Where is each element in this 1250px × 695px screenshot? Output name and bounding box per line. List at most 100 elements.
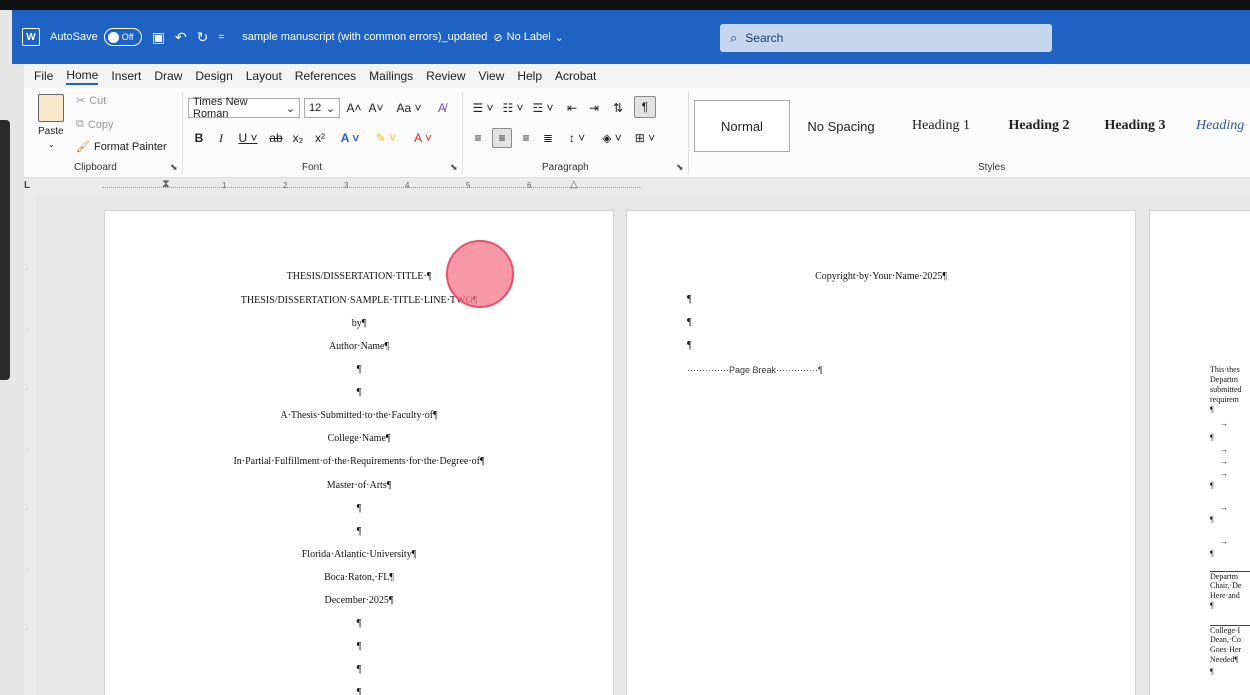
paste-button[interactable]: Paste xyxy=(38,126,64,137)
doc-line[interactable]: ¶ xyxy=(687,317,707,329)
doc-line[interactable]: requirem xyxy=(1210,395,1250,405)
strikethrough-icon[interactable]: ab xyxy=(268,128,284,148)
document-title[interactable]: sample manuscript (with common errors)_u… xyxy=(242,31,487,43)
doc-line[interactable]: Here·and xyxy=(1210,591,1250,601)
style-no-spacing[interactable]: No Spacing xyxy=(790,100,892,152)
tab-design[interactable]: Design xyxy=(195,69,232,83)
tab-help[interactable]: Help xyxy=(517,69,542,83)
numbering-icon[interactable]: ☷ ˅ xyxy=(500,98,526,118)
doc-line[interactable]: ¶ xyxy=(105,687,613,695)
underline-icon[interactable]: U ˅ xyxy=(234,128,262,148)
document-canvas[interactable]: THESIS/DISSERTATION·TITLE·¶ THESIS/DISSE… xyxy=(36,196,1250,695)
multilevel-list-icon[interactable]: ☲ ˅ xyxy=(530,98,556,118)
doc-line[interactable]: ¶ xyxy=(105,664,613,676)
clear-formatting-icon[interactable]: A̸ xyxy=(434,98,450,118)
align-left-icon[interactable]: ≡ xyxy=(470,128,486,148)
style-heading-4[interactable]: Heading xyxy=(1182,100,1250,152)
doc-line[interactable]: Chair,·De xyxy=(1210,581,1250,591)
page-2[interactable]: Copyright·by·Your·Name·2025¶ ¶ ¶ ¶ ·····… xyxy=(626,210,1136,695)
tab-view[interactable]: View xyxy=(479,69,505,83)
tab-home[interactable]: Home xyxy=(66,68,99,85)
doc-line[interactable]: ¶ xyxy=(105,641,613,653)
page-break-marker[interactable]: ··············Page Break··············¶ xyxy=(687,365,823,375)
italic-icon[interactable]: I xyxy=(214,128,228,148)
tab-layout[interactable]: Layout xyxy=(246,69,282,83)
align-center-icon[interactable]: ≡ xyxy=(492,128,512,148)
doc-line[interactable]: Needed¶ xyxy=(1210,655,1250,665)
doc-line[interactable]: Boca·Raton,·FL¶ xyxy=(105,572,613,584)
doc-line[interactable]: ¶ xyxy=(687,340,707,352)
borders-icon[interactable]: ⊞ ˅ xyxy=(632,128,658,148)
tab-acrobat[interactable]: Acrobat xyxy=(555,69,596,83)
font-family-combo[interactable]: Times New Roman ⌄ xyxy=(188,96,300,120)
doc-line[interactable]: ¶ xyxy=(105,387,613,399)
highlight-icon[interactable]: ✎ ˅ xyxy=(370,128,402,148)
doc-line[interactable]: A·Thesis·Submitted·to·the·Faculty·of¶ xyxy=(105,410,613,422)
doc-line[interactable]: December·2025¶ xyxy=(105,595,613,607)
doc-line[interactable]: ¶ xyxy=(1210,405,1250,415)
grow-font-icon[interactable]: A˄ xyxy=(346,98,362,118)
align-right-icon[interactable]: ≡ xyxy=(518,128,534,148)
page-1[interactable]: THESIS/DISSERTATION·TITLE·¶ THESIS/DISSE… xyxy=(104,210,614,695)
line-spacing-icon[interactable]: ↕ ˅ xyxy=(564,128,590,148)
font-size-combo[interactable]: 12 ⌄ xyxy=(304,98,340,118)
doc-line[interactable]: by¶ xyxy=(105,318,613,330)
doc-line[interactable]: Dean,·Co xyxy=(1210,635,1250,645)
bullets-icon[interactable]: ☰ ˅ xyxy=(470,98,496,118)
chevron-down-icon[interactable]: ⌄ xyxy=(48,140,55,149)
doc-line[interactable]: ¶ xyxy=(1210,667,1250,677)
tab-selector-icon[interactable]: L xyxy=(24,180,30,191)
text-effects-icon[interactable]: A ˅ xyxy=(336,128,364,148)
paste-icon[interactable] xyxy=(38,94,64,122)
format-painter-button[interactable]: 🖌 Format Painter xyxy=(76,140,167,154)
tab-draw[interactable]: Draw xyxy=(154,69,182,83)
customize-qat-icon[interactable]: = xyxy=(218,32,224,43)
search-box[interactable]: ⌕ Search xyxy=(720,24,1052,52)
superscript-icon[interactable]: x² xyxy=(312,128,328,148)
save-icon[interactable]: ▣ xyxy=(152,29,165,46)
doc-line[interactable]: ¶ xyxy=(105,503,613,515)
doc-line[interactable]: ¶ xyxy=(1210,481,1250,491)
page-3[interactable]: This·thes Departm submitted requirem ¶ →… xyxy=(1149,210,1250,695)
doc-line[interactable]: College·Name¶ xyxy=(105,433,613,445)
bold-icon[interactable]: B xyxy=(192,128,206,148)
font-color-icon[interactable]: A ˅ xyxy=(408,128,438,148)
sensitivity-label-button[interactable]: ⊘ No Label ⌄ xyxy=(493,31,563,44)
doc-line[interactable]: submitted xyxy=(1210,385,1250,395)
doc-line[interactable]: Master·of·Arts¶ xyxy=(105,480,613,492)
change-case-icon[interactable]: Aa ˅ xyxy=(394,98,424,118)
doc-line[interactable]: In·Partial·Fulfillment·of·the·Requiremen… xyxy=(105,456,613,468)
doc-line[interactable]: ¶ xyxy=(687,294,707,306)
doc-line[interactable]: Florida·Atlantic·University¶ xyxy=(105,549,613,561)
style-normal[interactable]: Normal xyxy=(694,100,790,152)
tab-insert[interactable]: Insert xyxy=(111,69,141,83)
dialog-launcher-icon[interactable]: ⬊ xyxy=(450,162,458,173)
shading-icon[interactable]: ◈ ˅ xyxy=(598,128,626,148)
copyright-line[interactable]: Copyright·by·Your·Name·2025¶ xyxy=(627,271,1135,283)
tab-references[interactable]: References xyxy=(295,69,356,83)
shrink-font-icon[interactable]: A˅ xyxy=(368,98,384,118)
author-line[interactable]: Author·Name¶ xyxy=(105,341,613,353)
justify-icon[interactable]: ≣ xyxy=(540,128,556,148)
cut-button[interactable]: ✂ Cut xyxy=(76,94,106,108)
dialog-launcher-icon[interactable]: ⬊ xyxy=(676,162,684,173)
show-formatting-marks-icon[interactable]: ¶ xyxy=(634,96,656,118)
doc-line[interactable]: ¶ xyxy=(105,364,613,376)
undo-icon[interactable]: ↶ xyxy=(175,29,187,46)
doc-line[interactable]: This·thes xyxy=(1210,365,1250,375)
subscript-icon[interactable]: x₂ xyxy=(290,128,306,148)
sort-icon[interactable]: ⇅ xyxy=(610,98,626,118)
vertical-ruler[interactable]: · · · · · · · xyxy=(24,196,36,695)
right-indent-marker-icon[interactable]: △ xyxy=(570,179,578,190)
doc-line[interactable]: Departm xyxy=(1210,375,1250,385)
style-heading-3[interactable]: Heading 3 xyxy=(1088,100,1182,152)
doc-line[interactable]: ¶ xyxy=(1210,515,1250,525)
tab-mailings[interactable]: Mailings xyxy=(369,69,413,83)
doc-line[interactable]: ¶ xyxy=(105,618,613,630)
decrease-indent-icon[interactable]: ⇤ xyxy=(564,98,580,118)
doc-line[interactable]: ¶ xyxy=(1210,549,1250,559)
increase-indent-icon[interactable]: ⇥ xyxy=(586,98,602,118)
doc-line[interactable]: ¶ xyxy=(1210,433,1250,443)
tab-file[interactable]: File xyxy=(34,69,53,83)
style-heading-1[interactable]: Heading 1 xyxy=(892,100,990,152)
